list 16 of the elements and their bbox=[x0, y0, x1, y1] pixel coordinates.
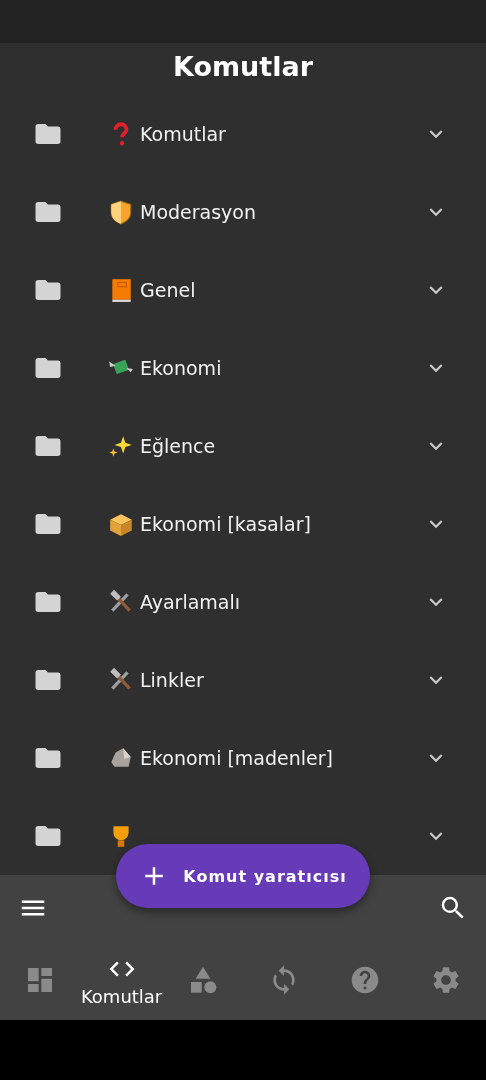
folder-label[interactable]: Moderasyon bbox=[140, 201, 257, 223]
folder-label[interactable]: Komutlar bbox=[140, 123, 226, 145]
shield-icon bbox=[108, 199, 134, 225]
package-icon bbox=[108, 511, 134, 537]
nav-tab[interactable]: Komutlar bbox=[80, 940, 163, 1020]
folder-label[interactable]: Ekonomi bbox=[140, 357, 222, 379]
hammer-and-wrench-icon bbox=[108, 589, 134, 615]
folder-label[interactable]: Linkler bbox=[140, 669, 204, 691]
screen-title: Komutlar bbox=[171, 50, 315, 84]
folder-label[interactable]: Genel bbox=[140, 279, 196, 301]
folder-label[interactable]: Ayarlamalı bbox=[140, 591, 241, 613]
folder-label[interactable]: Ekonomi [kasalar] bbox=[140, 513, 311, 535]
create-command-button[interactable]: Komut yaratıcısı bbox=[116, 844, 370, 908]
folder-label[interactable]: Ekonomi [madenler] bbox=[140, 747, 333, 769]
hammer-and-wrench-icon bbox=[108, 667, 134, 693]
folder-label[interactable]: Eğlence bbox=[140, 435, 216, 457]
